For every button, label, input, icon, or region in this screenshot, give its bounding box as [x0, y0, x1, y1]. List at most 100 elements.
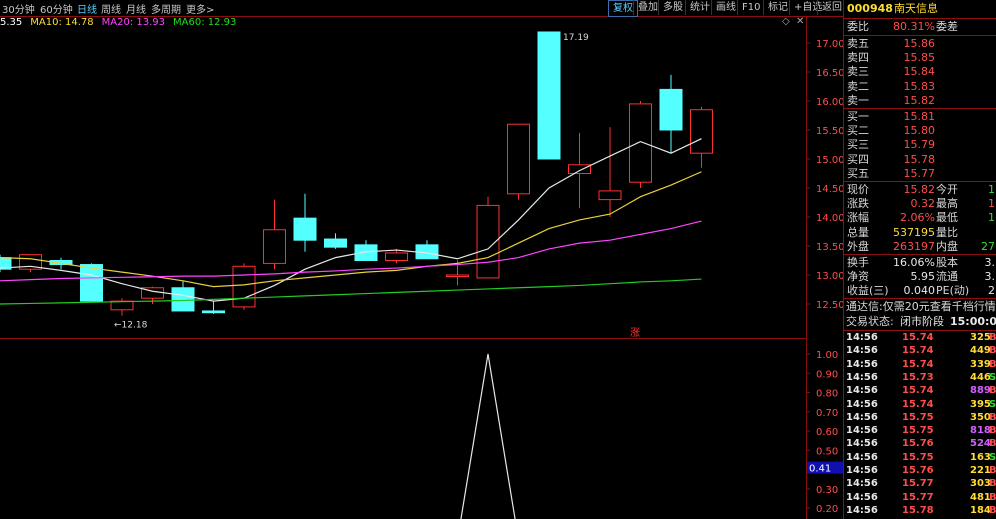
period-daily[interactable]: 日线: [77, 1, 97, 16]
tick-direction: B: [989, 358, 996, 370]
candle-body: [263, 229, 286, 264]
diamond-icon[interactable]: ◇: [782, 16, 790, 27]
fund-label-2: PE(动): [936, 284, 970, 298]
stat-row: 涨幅 2.06% 最低 1: [844, 211, 996, 225]
back-button[interactable]: 返回: [817, 0, 846, 15]
tick-row: 14:56 15.76 221 B: [844, 465, 996, 477]
tick-row: 14:56 15.74 449 B: [844, 345, 996, 357]
bid-label: 买四: [847, 152, 869, 166]
tick-price: 15.76: [902, 438, 934, 450]
tick-row: 14:56 15.75 350 B: [844, 412, 996, 424]
tick-volume: 339: [970, 358, 991, 370]
stat-value: 15.82: [903, 183, 936, 196]
mark-button[interactable]: 标记: [763, 0, 792, 15]
period-monthly[interactable]: 月线: [126, 1, 146, 16]
candle: [232, 263, 256, 310]
ask-price: 15.84: [903, 65, 936, 79]
sub-axis-label: 0.90: [816, 369, 838, 380]
tick-row: 14:56 15.74 339 B: [844, 359, 996, 371]
tick-direction: S: [989, 451, 996, 463]
stat-value-2: 1: [988, 211, 995, 225]
ma10-line: [0, 171, 702, 288]
fund-value-2: 3.: [984, 270, 996, 284]
period-60min[interactable]: 60分钟: [40, 1, 73, 16]
ask-row-2: 卖二 15.83: [844, 80, 996, 94]
tick-row: 14:56 15.74 395 S: [844, 399, 996, 411]
tick-volume: 395: [970, 398, 991, 410]
sub-axis-label: 0.80: [816, 389, 838, 400]
close-icon[interactable]: ✕: [796, 16, 804, 27]
stat-label: 涨幅: [847, 211, 869, 225]
period-multi[interactable]: 多周期: [151, 1, 181, 16]
fund-value: 16.06%: [893, 256, 935, 269]
draw-line-button[interactable]: 画线: [711, 0, 740, 15]
ask-price: 15.86: [903, 37, 936, 50]
stat-label-2: 最低: [936, 211, 958, 225]
fund-label: 换手: [847, 256, 869, 269]
tick-volume: 446: [970, 371, 991, 383]
ma60-line: [0, 278, 702, 305]
tick-time: 14:56: [846, 491, 878, 503]
tick-direction: B: [989, 465, 996, 476]
candle: [110, 298, 134, 316]
bid-price: 15.80: [903, 124, 936, 138]
notice-text[interactable]: 通达信:仅需20元查看千档行情: [846, 300, 996, 314]
notice-row[interactable]: 通达信:仅需20元查看千档行情: [844, 300, 996, 314]
fund-label: 净资: [847, 270, 869, 284]
price-axis-label: 14.00: [816, 213, 843, 224]
tick-price: 15.75: [902, 411, 934, 423]
period-weekly[interactable]: 周线: [101, 1, 121, 16]
tick-price: 15.75: [902, 425, 934, 437]
tick-direction: B: [989, 504, 996, 516]
ask-price: 15.82: [903, 93, 936, 107]
stat-label-2: 最高: [936, 197, 958, 211]
fund-value: 5.95: [910, 270, 936, 284]
stat-label-2: 内盘: [936, 239, 958, 253]
ask-label: 卖二: [847, 79, 869, 93]
tick-volume: 221: [970, 465, 991, 476]
ask-row-4: 卖四 15.85: [844, 51, 996, 65]
tick-direction: B: [989, 385, 996, 397]
ask-price: 15.83: [903, 79, 936, 93]
ask-label: 卖四: [847, 51, 869, 65]
tick-price: 15.74: [902, 345, 934, 357]
bid-row-5: 买五 15.77: [844, 167, 996, 181]
tick-price: 15.77: [902, 491, 934, 503]
tick-row: 14:56 15.74 325 B: [844, 332, 996, 344]
candle-body: [568, 164, 591, 175]
bid-label: 买五: [847, 166, 869, 180]
tick-time: 14:56: [846, 345, 878, 357]
statistics-button[interactable]: 统计: [685, 0, 714, 15]
tick-time: 14:56: [846, 385, 878, 397]
tick-volume: 889: [970, 385, 991, 397]
ask-row-3: 卖三 15.84: [844, 65, 996, 79]
candle-body: [446, 274, 469, 277]
trade-status-value: 闭市阶段: [900, 315, 944, 328]
price-axis-label: 12.50: [816, 300, 843, 311]
bid-row-3: 买三 15.79: [844, 138, 996, 152]
sub-axis-label: 1.00: [816, 350, 838, 361]
bid-row-4: 买四 15.78: [844, 153, 996, 167]
kline-chart[interactable]: 17.00 16.50 16.00 15.50 15.00 14.50 14.00 13.50…: [0, 0, 843, 519]
period-more[interactable]: 更多>: [186, 1, 214, 16]
multi-stock-button[interactable]: 多股: [658, 0, 687, 15]
tick-price: 15.74: [902, 385, 934, 397]
stat-value-2: 1: [988, 197, 995, 211]
candle: [415, 240, 439, 260]
price-axis-label: 13.00: [816, 271, 843, 282]
ask-row-5: 卖五 15.86: [844, 37, 996, 51]
period-30min[interactable]: 30分钟: [2, 1, 35, 16]
f10-button[interactable]: F10: [737, 0, 764, 15]
fund-label-2: 流通: [936, 270, 958, 284]
bid-row-2: 买二 15.80: [844, 124, 996, 138]
tick-direction: B: [989, 345, 996, 357]
ma-legend: 5.35 MA10: 14.78 MA20: 13.93 MA60: 12.93: [0, 17, 244, 29]
sub-axis-label: 0.60: [816, 427, 838, 438]
fundamental-row: 换手 16.06% 股本 3.: [844, 256, 996, 270]
tick-row: 14:56 15.75 163 S: [844, 452, 996, 464]
sub-axis-label: 0.30: [816, 485, 838, 496]
fundamental-row: 收益(三) 0.040 PE(动) 2: [844, 284, 996, 298]
candle-body: [507, 123, 530, 195]
ask-row-1: 卖一 15.82: [844, 94, 996, 108]
tick-direction: S: [989, 398, 996, 410]
